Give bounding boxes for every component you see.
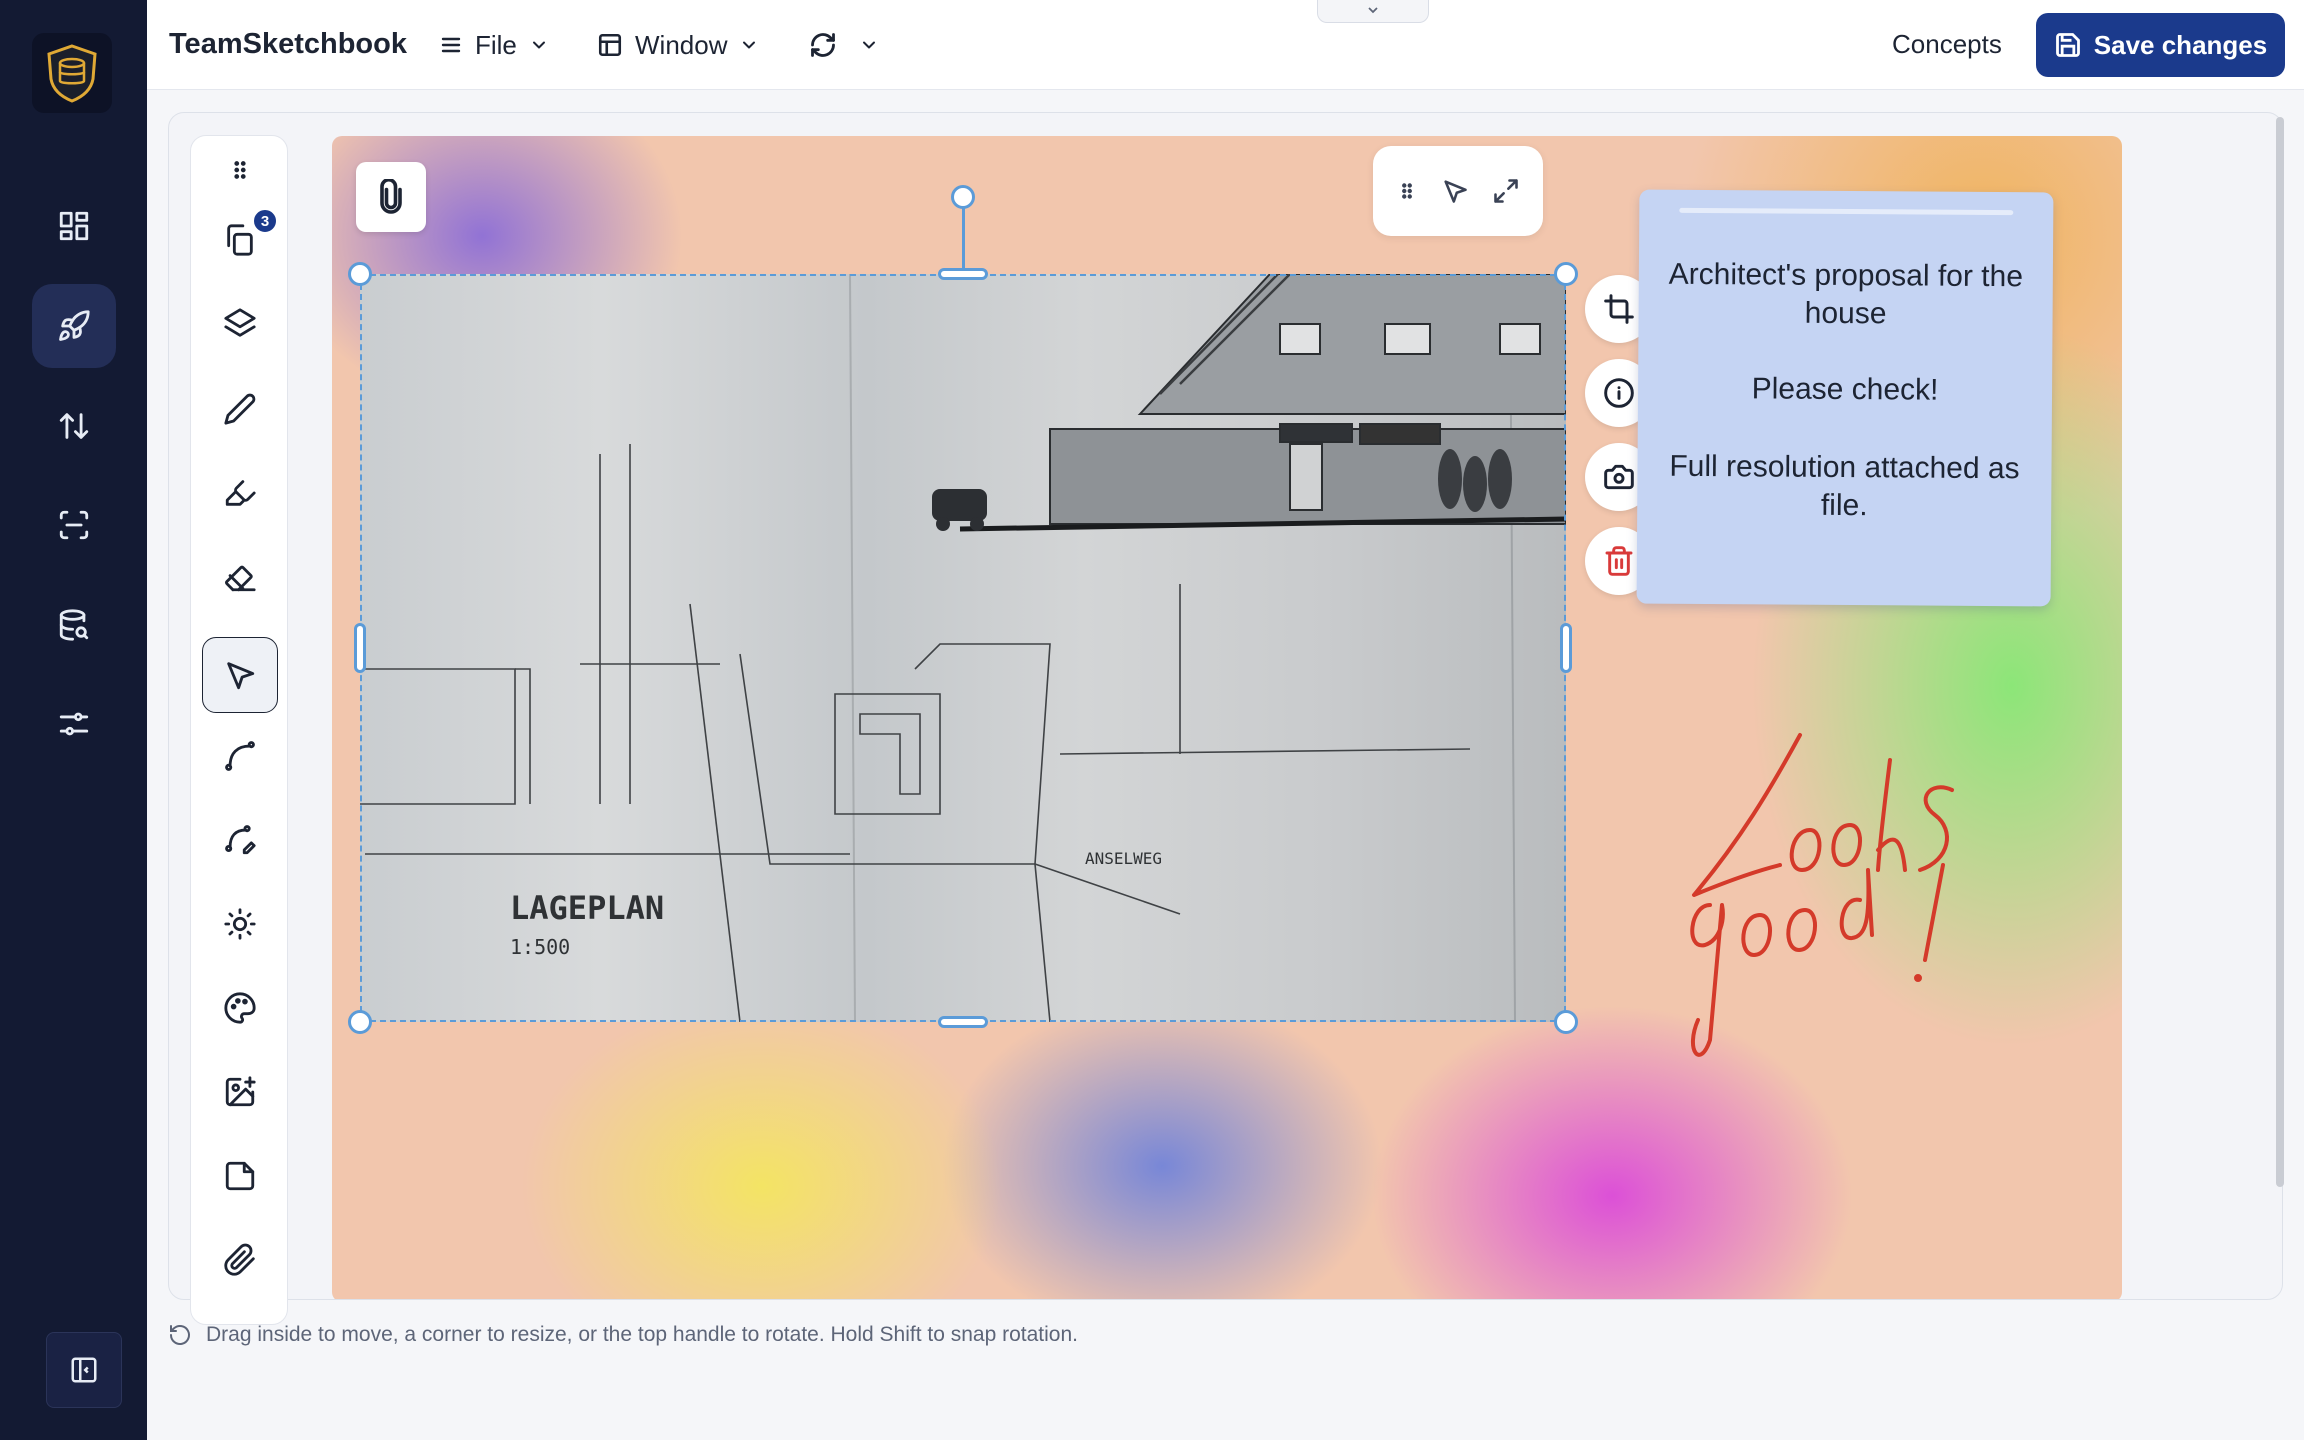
chevron-down-icon	[1368, 7, 1378, 14]
sync-menu-button[interactable]	[809, 24, 879, 66]
file-menu-button[interactable]: File	[439, 24, 549, 66]
rotate-ccw-icon	[170, 1325, 190, 1345]
layers-icon	[224, 308, 256, 337]
toggle-panel-tab[interactable]	[1317, 0, 1429, 23]
note-line-1: Architect's proposal for the house	[1668, 257, 2024, 331]
resize-handle-top[interactable]	[938, 268, 988, 280]
tool-eraser[interactable]	[202, 539, 278, 615]
tool-curve-edit[interactable]	[202, 802, 278, 878]
resize-handle-left[interactable]	[354, 623, 366, 673]
shield-logo-icon	[47, 44, 97, 103]
pencil-icon	[224, 393, 256, 425]
sliders-icon	[59, 712, 89, 736]
refresh-icon	[811, 33, 835, 57]
note-line-3: Full resolution attached as file.	[1669, 449, 2020, 523]
rotate-handle[interactable]	[951, 185, 975, 209]
add-image-icon	[225, 1076, 256, 1107]
camera-icon	[1604, 464, 1634, 490]
object-floating-toolbar	[1373, 146, 1543, 236]
tool-add-image[interactable]	[202, 1054, 278, 1130]
nav-rocket[interactable]	[32, 284, 116, 368]
expand-icon[interactable]	[1492, 177, 1520, 205]
crop-icon	[1604, 294, 1634, 324]
scan-icon	[59, 510, 89, 540]
palette-icon	[224, 992, 256, 1024]
file-menu-label: File	[475, 29, 517, 60]
sticky-note[interactable]: Architect's proposal for the house Pleas…	[1636, 189, 2054, 607]
note-icon	[225, 1161, 255, 1191]
resize-handle-top-right[interactable]	[1554, 262, 1578, 286]
top-bar: TeamSketchbook File Window Concepts Save…	[147, 0, 2304, 90]
tool-note[interactable]	[202, 1138, 278, 1214]
note-line-2: Please check!	[1751, 372, 1939, 407]
nav-settings[interactable]	[32, 682, 116, 766]
tool-highlighter[interactable]	[202, 455, 278, 531]
tool-rail: 3	[190, 135, 288, 1325]
brightness-icon	[224, 908, 256, 940]
attachment-button[interactable]	[356, 162, 426, 232]
trash-icon	[1605, 546, 1633, 576]
pages-icon	[227, 224, 253, 256]
resize-handle-bottom-right[interactable]	[1554, 1010, 1578, 1034]
vertical-scrollbar[interactable]	[2276, 117, 2284, 1187]
rocket-icon	[59, 310, 90, 341]
tool-attachment[interactable]	[202, 1222, 278, 1298]
resize-handle-top-left[interactable]	[348, 262, 372, 286]
highlighter-icon	[225, 480, 256, 506]
drag-handle-icon[interactable]	[1396, 177, 1418, 205]
app-title: TeamSketchbook	[169, 28, 407, 60]
nav-sort[interactable]	[32, 384, 116, 468]
pages-count-badge: 3	[252, 208, 278, 234]
window-menu-label: Window	[635, 29, 728, 60]
eraser-icon	[225, 565, 256, 592]
nav-scan[interactable]	[32, 483, 116, 567]
tool-rail-drag-handle[interactable]	[202, 136, 278, 204]
nav-dashboard[interactable]	[32, 184, 116, 268]
info-icon	[1604, 378, 1634, 408]
rotation-stem	[962, 208, 965, 268]
note-tape	[1679, 207, 2014, 216]
app-sidebar	[0, 0, 147, 1440]
hamburger-icon	[441, 37, 461, 53]
nav-database-search[interactable]	[32, 583, 116, 667]
tool-pages[interactable]: 3	[202, 202, 278, 278]
tool-curve[interactable]	[202, 718, 278, 794]
sidebar-collapse-icon	[71, 1357, 97, 1383]
chevron-down-icon	[532, 41, 545, 49]
save-changes-button[interactable]: Save changes	[2036, 13, 2285, 77]
hint-bar: Drag inside to move, a corner to resize,…	[168, 1320, 1078, 1350]
select-pointer-icon[interactable]	[1441, 177, 1469, 205]
resize-handle-right[interactable]	[1560, 623, 1572, 673]
chevron-down-icon	[743, 41, 756, 49]
tool-pencil[interactable]	[202, 371, 278, 447]
arrows-up-down-icon	[59, 413, 89, 439]
select-pointer-icon	[227, 662, 255, 690]
sidebar-collapse-button[interactable]	[46, 1332, 122, 1408]
tool-layers[interactable]	[202, 286, 278, 362]
database-search-icon	[59, 609, 89, 641]
paperclip-icon	[224, 1243, 255, 1276]
concepts-link[interactable]: Concepts	[1892, 29, 2002, 60]
selection-frame	[360, 274, 1566, 1022]
window-menu-button[interactable]: Window	[597, 24, 759, 66]
layout-icon	[598, 33, 622, 57]
save-changes-label: Save changes	[2093, 29, 2268, 60]
handwritten-annotation[interactable]	[1690, 720, 2010, 1070]
tool-palette[interactable]	[202, 970, 278, 1046]
tool-select[interactable]	[202, 637, 278, 713]
resize-handle-bottom[interactable]	[938, 1016, 988, 1028]
dashboard-icon	[59, 211, 89, 241]
chevron-down-icon	[863, 41, 875, 49]
hint-text: Drag inside to move, a corner to resize,…	[206, 1323, 1078, 1346]
resize-handle-bottom-left[interactable]	[348, 1010, 372, 1034]
tool-brightness[interactable]	[202, 886, 278, 962]
app-logo[interactable]	[32, 33, 112, 113]
drag-handle-icon	[234, 161, 246, 179]
curve-edit-icon	[225, 825, 256, 855]
paperclip-icon	[380, 179, 402, 214]
curve-icon	[225, 741, 255, 771]
floppy-disk-icon	[2055, 33, 2080, 57]
